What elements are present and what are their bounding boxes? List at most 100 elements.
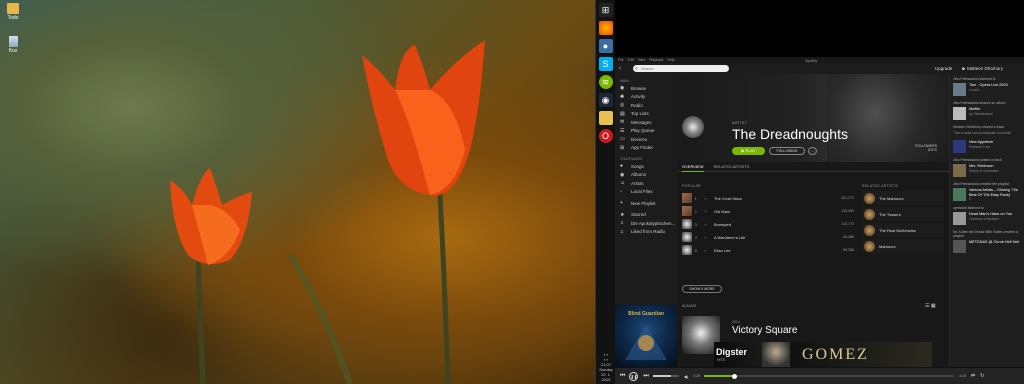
followers-count: 8,570 [928, 148, 937, 152]
user-name[interactable]: ☻ Matteen Dharhory [961, 66, 1003, 71]
feed-thumb [953, 107, 966, 120]
menu-edit[interactable]: Edit [628, 58, 634, 62]
menu-playback[interactable]: Playback [649, 58, 663, 62]
radio-icon: ◎ [620, 102, 625, 109]
queue-icon: ☰ [620, 127, 625, 134]
show-more-button[interactable]: SHOW 5 MORE [682, 285, 722, 293]
following-button[interactable]: FOLLOWING [769, 147, 805, 155]
tray-icons[interactable]: ▪ ▪ ▪ ▪ [596, 352, 616, 362]
back-button[interactable]: ‹ [615, 65, 625, 72]
feed-item[interactable]: Jiha Pelmasdust posted a track Mrs. Robin… [950, 155, 1024, 179]
search-input[interactable]: ⚲ Search [633, 65, 729, 72]
artist-tabs: OVERVIEW RELATED ARTISTS [677, 162, 949, 172]
play-button[interactable]: ▶ PLAY [732, 147, 765, 155]
track-row[interactable]: 4 + A Wanderer's Life 64,386 [682, 231, 854, 243]
sidebar-item-app-finder[interactable]: ⊞ App Finder [615, 144, 677, 153]
track-row[interactable]: 2 + Old Maui 133,453 [682, 205, 854, 217]
sidebar-item-messages[interactable]: ✉ Messages [615, 118, 677, 127]
now-playing-cover[interactable]: Blind Guardian [615, 305, 677, 367]
browse-icon: ◉ [620, 85, 625, 92]
steam-icon[interactable]: ◉ [598, 93, 613, 107]
album-name[interactable]: Victory Square [732, 325, 797, 336]
sidebar-item-browse[interactable]: ◉ Browse [615, 84, 677, 93]
playlist-liked-from-radio[interactable]: ♫ Liked from Radio [615, 228, 677, 237]
sidebar-item-top-lists[interactable]: ▤ Top Lists [615, 110, 677, 119]
menu-view[interactable]: View [638, 58, 646, 62]
volume-icon[interactable]: ◀) [684, 374, 688, 379]
feed-item[interactable]: cymsdotl listened to Dead Man's Hand on Y… [950, 203, 1024, 227]
related-artist[interactable]: The Real McKenzies [862, 223, 944, 237]
cover-art [625, 325, 667, 360]
artists-icon: ☺ [620, 180, 626, 187]
list-view-icon[interactable]: ☰ [925, 303, 929, 309]
related-artist[interactable]: Mahones [862, 239, 944, 253]
previous-icon[interactable]: ⏮ [620, 373, 625, 380]
sidebar-item-play-queue[interactable]: ☰ Play Queue [615, 127, 677, 136]
firefox-icon[interactable] [598, 21, 613, 35]
tab-related-artists[interactable]: RELATED ARTISTS [714, 164, 750, 169]
sidebar-item-radio[interactable]: ◎ Radio [615, 101, 677, 110]
track-row[interactable]: 5 + Eliza Lee 59,286 [682, 244, 854, 256]
volume-slider[interactable] [652, 375, 679, 377]
messages-icon: ✉ [620, 119, 625, 126]
menu-help[interactable]: Help [667, 58, 674, 62]
empty-area [615, 0, 1024, 57]
view-toggle: ☰ ▦ [925, 303, 936, 309]
pause-button[interactable]: ❚❚ [629, 371, 639, 381]
feed-item[interactable]: New Appetizer Pohlaus Tuns [950, 137, 1024, 155]
feed-item[interactable]: Matteen Dharhory shared a track "Tak a ra… [950, 122, 1024, 137]
progress-knob[interactable] [731, 373, 737, 379]
menu-file[interactable]: File [618, 58, 624, 62]
feed-item[interactable]: Jiha Pelmasdust created the playlist Vari… [950, 179, 1024, 203]
elapsed-time: 0:29 [693, 374, 701, 378]
add-icon[interactable]: + [704, 222, 714, 227]
activity-icon: ✺ [620, 93, 625, 100]
volume-fill [652, 375, 671, 377]
desktop-icon-todo[interactable]: Todo [3, 3, 23, 21]
sidebar-item-albums[interactable]: ◉ Albums [615, 171, 677, 180]
chat-icon[interactable]: ● [598, 39, 613, 53]
pause-icon: ❚❚ [630, 373, 638, 379]
opera-icon[interactable]: O [598, 129, 613, 143]
folder-icon[interactable] [598, 111, 613, 125]
followers: FOLLOWERS 8,570 [915, 144, 937, 152]
upgrade-button[interactable]: Upgrade [935, 66, 952, 71]
related-artist[interactable]: The Mahones [862, 191, 944, 205]
songs-icon: ● [620, 163, 624, 170]
grid-view-icon[interactable]: ▦ [931, 303, 936, 309]
artist-label: ARTIST [732, 121, 748, 125]
sidebar-item-local-files[interactable]: ▫ Local Files [615, 188, 677, 197]
more-button[interactable]: ... [808, 147, 817, 155]
next-icon[interactable]: ⏭ [643, 373, 648, 380]
related-artist-thumb [864, 224, 875, 236]
repeat-icon[interactable]: ↻ [980, 373, 984, 379]
sidebar-item-devices[interactable]: ▭ Devices [615, 135, 677, 144]
feed-item[interactable]: Jiha Pelmasdust shared an album Muffler by… [950, 98, 1024, 122]
sidebar-item-songs[interactable]: ● Songs [615, 162, 677, 171]
skype-icon[interactable]: S [598, 57, 613, 71]
appfinder-icon: ⊞ [620, 144, 625, 151]
add-icon[interactable]: + [704, 209, 714, 214]
track-row[interactable]: 1 + The Cruel Wars 201,270 [682, 192, 854, 204]
shuffle-icon[interactable]: ⇄ [971, 373, 975, 379]
desktop-icon-recycle-bin[interactable]: Kos [3, 36, 23, 54]
tulips-illustration [170, 40, 485, 384]
progress-bar[interactable] [704, 373, 955, 379]
advertisement-banner[interactable]: Digster HITS GOMEZ [714, 342, 932, 367]
add-icon[interactable]: + [704, 235, 714, 240]
tab-overview[interactable]: OVERVIEW [682, 162, 704, 172]
spotify-icon[interactable]: ≋ [598, 75, 613, 89]
windows-start-icon[interactable]: ⊞ [598, 3, 613, 17]
playlist-starred[interactable]: ★ Starred [615, 211, 677, 220]
track-row[interactable]: 3 + Boneyard 110,774 [682, 218, 854, 230]
feed-item[interactable]: No Sutter the Dread With Sutter created … [950, 227, 1024, 255]
playlist-die-apokalyptischen[interactable]: ♫ Die Apokalyptischen... [615, 219, 677, 228]
new-playlist-button[interactable]: + New Playlist [615, 199, 677, 208]
related-artist[interactable]: The Tossers [862, 207, 944, 221]
sidebar-item-activity[interactable]: ✺ Activity [615, 93, 677, 102]
add-icon[interactable]: + [704, 248, 714, 253]
sidebar-item-artists[interactable]: ☺ Artists [615, 179, 677, 188]
feed-item[interactable]: Jiha Pelmasdust listened to Tom - Opera L… [950, 74, 1024, 98]
add-icon[interactable]: + [704, 196, 714, 201]
feed-thumb [953, 188, 966, 201]
